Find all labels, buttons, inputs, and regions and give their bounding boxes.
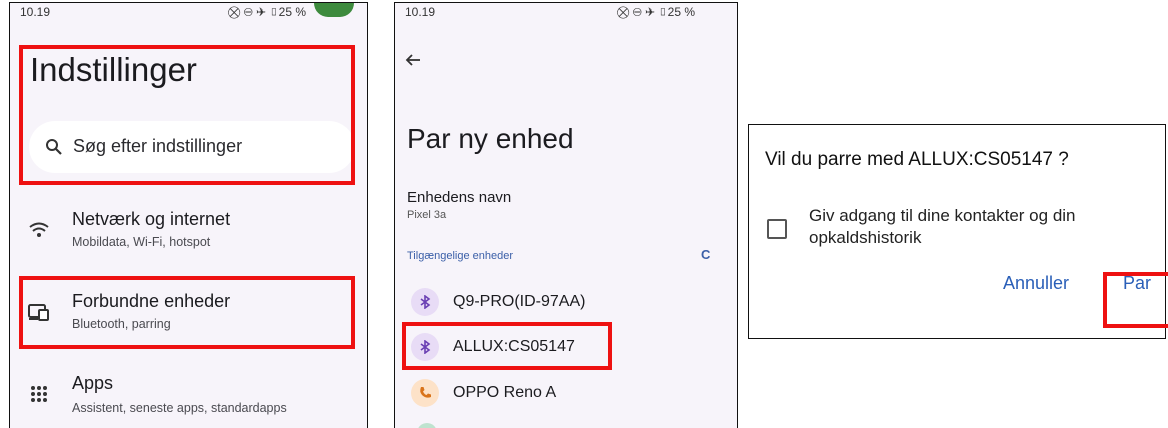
highlight-allux-device [402, 322, 612, 370]
settings-item-subtitle: Mobildata, Wi-Fi, hotspot [72, 235, 211, 249]
status-icons: ⛒ ⊖ ✈ ▯25 % [228, 5, 307, 19]
status-time: 10.19 [405, 5, 436, 19]
bluetooth-icon [411, 288, 439, 316]
status-time: 10.19 [20, 5, 51, 19]
settings-item-title: Apps [72, 373, 114, 393]
phone-icon [411, 379, 439, 407]
settings-item-subtitle: Assistent, seneste apps, standardapps [72, 401, 287, 415]
highlight-connected-devices [19, 276, 355, 349]
back-arrow-icon[interactable] [405, 53, 421, 67]
device-name: OPPO Reno A [453, 384, 557, 401]
partial-item [417, 423, 437, 428]
contacts-access-checkbox[interactable] [767, 219, 787, 239]
page-title: Par ny enhed [407, 123, 574, 154]
checkbox-label: Giv adgang til dine kontakter og din opk… [809, 206, 1076, 247]
settings-item-title: Netværk og internet [72, 209, 231, 229]
available-devices-header: Tilgængelige enheder [407, 250, 513, 262]
device-name-value: Pixel 3a [407, 209, 447, 221]
list-item-device[interactable]: Q9-PRO(ID-97AA) [405, 286, 725, 318]
apps-grid-icon [30, 385, 48, 403]
list-item-device[interactable]: OPPO Reno A [405, 377, 725, 409]
highlight-title-search [19, 45, 355, 185]
device-name-label: Enhedens navn [407, 189, 512, 206]
refresh-icon[interactable]: C [701, 247, 710, 262]
settings-item-apps[interactable]: Apps Assistent, seneste apps, standardap… [10, 365, 367, 425]
cancel-button[interactable]: Annuller [1003, 273, 1069, 294]
settings-item-network[interactable]: Netværk og internet Mobildata, Wi-Fi, ho… [10, 199, 367, 259]
highlight-pair-button [1103, 272, 1168, 328]
wifi-icon [28, 221, 50, 239]
device-name: Q9-PRO(ID-97AA) [453, 293, 586, 310]
status-icons: ⛒ ⊖ ✈ ▯25 % [617, 5, 696, 19]
dialog-title: Vil du parre med ALLUX:CS05147 ? [765, 149, 1069, 170]
avatar[interactable] [314, 3, 354, 17]
